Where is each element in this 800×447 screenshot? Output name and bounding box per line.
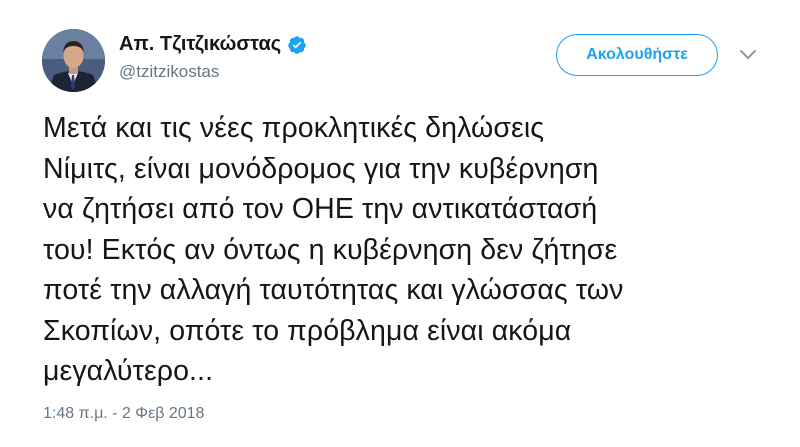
tweet-text: Μετά και τις νέες προκλητικές δηλώσεις Ν… [43,108,783,392]
user-handle[interactable]: @tzitzikostas [119,62,219,82]
avatar[interactable] [42,29,105,92]
verified-badge-icon [287,35,307,55]
tweet-text-line: Μετά και τις νέες προκλητικές δηλώσεις [43,112,545,144]
user-name-row[interactable]: Απ. Τζιτζικώστας [119,33,307,56]
tweet-text-line: του! Εκτός αν όντως η κυβέρνηση δεν ζήτη… [43,233,618,266]
tweet-timestamp[interactable]: 1:48 π.μ. - 2 Φεβ 2018 [43,405,204,423]
follow-button[interactable]: Ακολουθήστε [556,34,718,76]
tweet-text-line: να ζητήσει από τον ΟΗΕ την αντικατάστασή [43,193,598,225]
user-name[interactable]: Απ. Τζιτζικώστας [119,33,281,56]
chevron-down-icon[interactable] [739,47,757,61]
tweet-card: Απ. Τζιτζικώστας @tzitzikostas Ακολουθήσ… [0,0,800,447]
tweet-text-line: μεγαλύτερο... [43,355,214,387]
tweet-text-line: Νίμιτς, είναι μονόδρομος για την κυβέρνη… [43,152,599,185]
tweet-text-line: ποτέ την αλλαγή ταυτότητας και γλώσσας τ… [43,274,624,306]
tweet-text-line: Σκοπίων, οπότε το πρόβλημα είναι ακόμα [43,314,572,347]
